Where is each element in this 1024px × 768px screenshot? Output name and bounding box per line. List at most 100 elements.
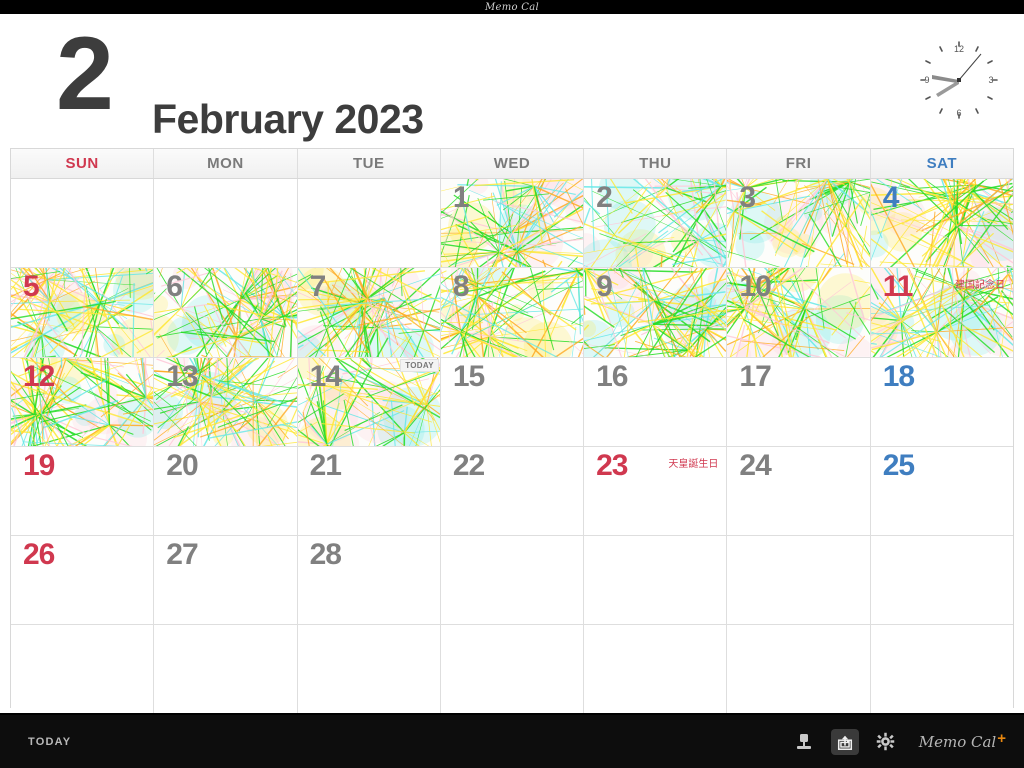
calendar-week-row: 19 20 21 22 23 天皇誕生日 24 25: [11, 446, 1013, 537]
calendar-day-cell-26[interactable]: 26: [11, 536, 155, 625]
day-number: 1: [452, 181, 470, 214]
calendar-week-row: 12 13 14 TODAY 15 16 17 18: [11, 357, 1013, 447]
clock-numeral-9: 9: [924, 75, 929, 85]
day-number: 24: [739, 448, 771, 482]
day-number: 17: [739, 359, 771, 393]
clock-minute-hand: [936, 80, 959, 97]
calendar-weeks: 1 2 3 4 5 6 7 8 9 10 11 建国記念日 12 13 14 TODAY 15 16 17 18 19 2…: [11, 179, 1013, 714]
bottom-toolbar: TODAY Memo Cal +: [0, 713, 1024, 768]
calendar-day-cell-6[interactable]: 6: [154, 268, 298, 357]
calendar-day-cell-9[interactable]: 9: [584, 268, 728, 357]
calendar-day-cell-empty: [440, 536, 585, 625]
calendar-week-row: 1 2 3 4: [11, 179, 1013, 269]
calendar-day-cell-empty: [154, 179, 298, 268]
today-badge: TODAY: [400, 358, 439, 372]
calendar-day-cell-14[interactable]: 14 TODAY: [297, 357, 441, 446]
day-header-wed: WED: [441, 149, 585, 178]
window-title-bar: Memo Cal: [0, 0, 1024, 14]
stamp-icon[interactable]: [791, 729, 817, 755]
calendar-day-cell-16[interactable]: 16: [584, 357, 728, 446]
calendar-day-cell-empty: [870, 536, 1013, 625]
calendar-day-cell-4[interactable]: 4: [870, 179, 1013, 268]
calendar-day-cell-12[interactable]: 12: [11, 357, 155, 446]
window-title: Memo Cal: [484, 1, 540, 13]
day-header-fri: FRI: [727, 149, 871, 178]
day-number: 2: [596, 181, 613, 214]
calendar-day-cell-7[interactable]: 7: [297, 268, 441, 357]
day-number: 26: [23, 538, 55, 572]
day-number: 7: [309, 270, 327, 304]
month-number: 2: [56, 16, 114, 132]
day-number: 9: [596, 270, 613, 304]
day-number: 25: [882, 448, 915, 482]
calendar-day-cell-empty: [297, 179, 441, 268]
calendar-day-cell-13[interactable]: 13: [154, 357, 298, 446]
day-number: 11: [882, 270, 914, 304]
day-header-tue: TUE: [298, 149, 441, 178]
calendar-day-cell-17[interactable]: 17: [727, 357, 871, 446]
day-number: 4: [882, 181, 900, 214]
calendar-day-cell-empty: [11, 625, 155, 714]
day-of-week-header-row: SUN MON TUE WED THU FRI SAT: [11, 149, 1013, 179]
clock-numeral-12: 12: [954, 44, 964, 54]
calendar-week-row: [11, 625, 1013, 714]
day-number: 10: [739, 270, 771, 304]
calendar-day-cell-18[interactable]: 18: [870, 357, 1013, 446]
day-number: 20: [166, 448, 198, 482]
day-number: 21: [309, 448, 342, 482]
clock-second-hand: [958, 53, 982, 81]
calendar-day-cell-5[interactable]: 5: [11, 268, 155, 357]
calendar-day-cell-empty: [584, 536, 728, 625]
day-number: 22: [452, 448, 485, 482]
app-root: Memo Cal 2 February 2023 12 3 6 9 SUN MO…: [0, 0, 1024, 768]
calendar-day-cell-empty: [727, 625, 871, 714]
today-button[interactable]: TODAY: [28, 736, 71, 748]
calendar-day-cell-21[interactable]: 21: [297, 446, 441, 536]
calendar-day-cell-24[interactable]: 24: [727, 446, 871, 536]
day-number: 15: [452, 359, 485, 393]
calendar-day-cell-empty: [870, 625, 1013, 714]
brand-name: Memo Cal: [918, 732, 997, 751]
day-number: 8: [452, 270, 470, 304]
calendar-day-cell-empty: [584, 625, 728, 714]
clock-hour-hand: [932, 75, 959, 83]
day-number: 5: [23, 270, 40, 304]
calendar-day-cell-2[interactable]: 2: [584, 179, 728, 268]
calendar-day-cell-empty: [297, 625, 441, 714]
gear-icon[interactable]: [873, 729, 899, 755]
brand-plus-icon: +: [997, 729, 1006, 747]
day-number: 12: [23, 359, 55, 393]
calendar-day-cell-8[interactable]: 8: [440, 268, 585, 357]
calendar-day-cell-15[interactable]: 15: [440, 357, 585, 446]
calendar-day-cell-empty: [11, 179, 155, 268]
calendar-day-cell-empty: [727, 536, 871, 625]
day-number: 6: [166, 270, 183, 304]
toolbar-actions: Memo Cal +: [791, 728, 1006, 755]
calendar-day-cell-1[interactable]: 1: [440, 179, 585, 268]
calendar-day-cell-19[interactable]: 19: [11, 446, 155, 536]
calendar-day-cell-22[interactable]: 22: [440, 446, 585, 536]
calendar-day-cell-25[interactable]: 25: [870, 446, 1013, 536]
calendar-day-cell-10[interactable]: 10: [727, 268, 871, 357]
calendar-week-row: 5 6 7 8 9 10 11 建国記念日: [11, 268, 1013, 358]
day-number: 23: [596, 448, 628, 482]
month-year-label: February 2023: [152, 96, 424, 142]
clock-numeral-6: 6: [956, 108, 961, 118]
calendar-day-cell-23[interactable]: 23 天皇誕生日: [584, 446, 728, 536]
day-number: 13: [166, 359, 198, 393]
calendar-day-cell-3[interactable]: 3: [727, 179, 871, 268]
calendar-day-cell-empty: [154, 625, 298, 714]
holiday-label: 天皇誕生日: [668, 458, 719, 470]
holiday-label: 建国記念日: [954, 280, 1005, 292]
share-icon[interactable]: [830, 728, 859, 755]
brand-logo: Memo Cal +: [918, 729, 1006, 751]
calendar-day-cell-20[interactable]: 20: [154, 446, 298, 536]
day-number: 3: [739, 181, 756, 214]
calendar-day-cell-11[interactable]: 11 建国記念日: [870, 268, 1013, 357]
day-header-sat: SAT: [926, 155, 958, 172]
calendar-day-cell-28[interactable]: 28: [297, 536, 441, 625]
calendar-day-cell-27[interactable]: 27: [154, 536, 298, 625]
clock-center-pin: [957, 78, 961, 82]
day-header-mon: MON: [154, 149, 298, 178]
calendar-grid: SUN MON TUE WED THU FRI SAT 1 2 3 4 5 6 7 8 9 10 11 建国記念日…: [10, 148, 1014, 714]
